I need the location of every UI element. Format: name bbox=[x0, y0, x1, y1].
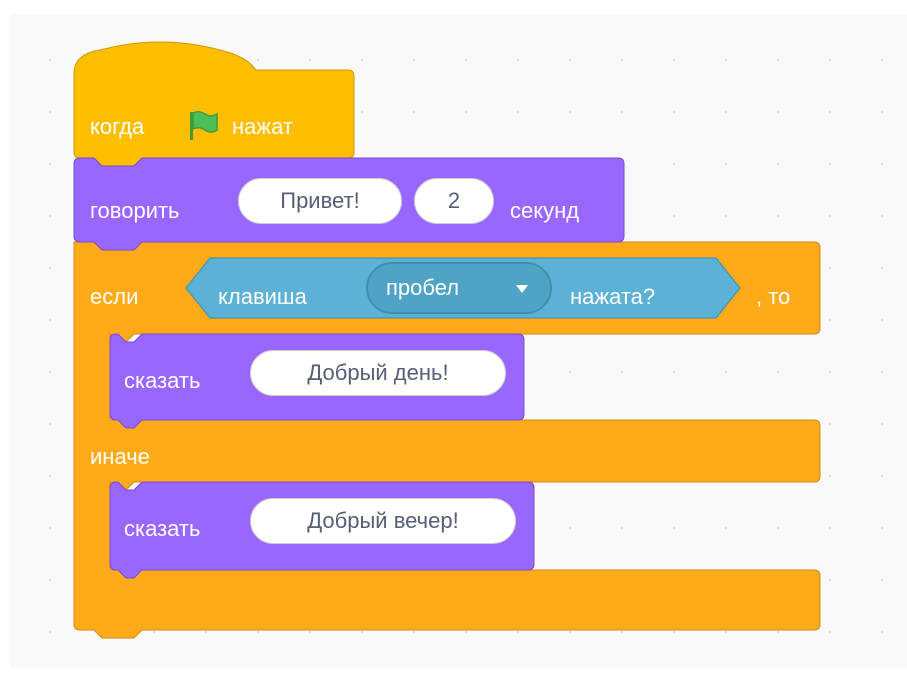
key-dropdown[interactable]: пробел bbox=[366, 262, 552, 314]
then-label: , то bbox=[756, 284, 791, 309]
code-workspace[interactable]: когда нажат говорить Привет! 2 секунд ес… bbox=[10, 14, 907, 668]
key-label: клавиша bbox=[218, 284, 307, 309]
else-say-message-input[interactable]: Добрый вечер! bbox=[250, 498, 516, 544]
hat-label-when: когда bbox=[90, 114, 145, 139]
green-flag-icon bbox=[190, 110, 218, 140]
seconds-label: секунд bbox=[510, 198, 580, 223]
key-dropdown-value: пробел bbox=[386, 275, 460, 300]
script-stack bbox=[73, 41, 821, 639]
then-say-label: сказать bbox=[124, 368, 201, 393]
say-for-label: говорить bbox=[90, 198, 180, 223]
else-label: иначе bbox=[90, 444, 150, 469]
dropdown-arrow-icon bbox=[516, 285, 528, 293]
hat-label-clicked: нажат bbox=[232, 114, 293, 139]
else-say-label: сказать bbox=[124, 516, 201, 541]
say-seconds-input[interactable]: 2 bbox=[414, 178, 494, 224]
when-flag-clicked-block[interactable] bbox=[73, 41, 355, 167]
say-message-input[interactable]: Привет! bbox=[238, 178, 402, 224]
pressed-label: нажата? bbox=[570, 284, 656, 309]
if-label: если bbox=[90, 284, 139, 309]
then-say-message-input[interactable]: Добрый день! bbox=[250, 350, 506, 396]
